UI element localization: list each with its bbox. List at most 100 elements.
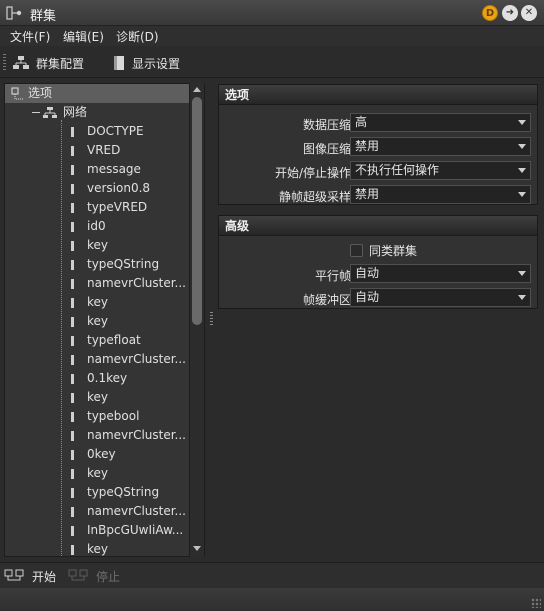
tree-item-label: namevrCluster... (87, 504, 186, 518)
tree-item-label: typeVRED (87, 200, 148, 214)
tree-item[interactable]: 0.1key (71, 369, 127, 388)
d-badge-icon[interactable]: D (482, 5, 498, 21)
tree-item[interactable]: key (71, 236, 108, 255)
start-stop-action-value: 不执行任何操作 (355, 163, 440, 177)
tree-leaf-icon (71, 411, 74, 422)
tree-item[interactable]: key (71, 464, 108, 483)
panel-splitter[interactable] (210, 312, 213, 326)
arrow-right-icon[interactable]: ➜ (502, 5, 518, 21)
resize-grip-icon[interactable] (531, 598, 541, 608)
tree-item[interactable]: message (71, 160, 141, 179)
tree-scrollbar[interactable] (189, 83, 204, 557)
tree-collapse-minus-icon[interactable] (32, 112, 40, 113)
tree-leaf-icon (71, 430, 74, 441)
still-supersampling-row: 静帧超级采样 禁用 (219, 185, 537, 205)
display-settings-button[interactable]: 显示设置 (112, 53, 180, 73)
tree-leaf-icon (71, 240, 74, 251)
homogeneous-cluster-label: 同类群集 (369, 244, 418, 258)
tree-item[interactable]: version0.8 (71, 179, 150, 198)
still-supersampling-label: 静帧超级采样 (278, 190, 351, 204)
status-strip (0, 588, 544, 611)
start-stop-action-select[interactable]: 不执行任何操作 (350, 161, 531, 180)
tree-leaf-icon (71, 278, 74, 289)
tree-item-label: version0.8 (87, 181, 151, 195)
tree-item-label: key (87, 390, 109, 404)
tree-item[interactable]: InBpcGUwIiAw... (71, 521, 183, 540)
tree-leaf-icon (71, 373, 74, 384)
chevron-down-icon (518, 144, 526, 149)
tree-item[interactable]: 0key (71, 445, 116, 464)
scroll-down-icon[interactable] (193, 546, 201, 551)
tree-leaf-icon (71, 544, 74, 555)
framebuffer-row: 帧缓冲区 自动 (219, 288, 537, 308)
cluster-app-icon (6, 6, 22, 20)
image-compression-row: 图像压缩 禁用 (219, 137, 537, 157)
tree-node-network[interactable]: 网络 (32, 103, 87, 122)
homogeneous-cluster-checkbox[interactable]: 同类群集 (350, 242, 417, 259)
toolbar: 群集配置 显示设置 (0, 48, 544, 78)
tree-item-label: id0 (87, 219, 106, 233)
tree-item-label: 0.1key (87, 371, 128, 385)
tree-panel[interactable]: 选项 网络 DOCTYPE VRED message version0.8 typeVR… (4, 83, 205, 557)
tree-item-label: message (87, 162, 141, 176)
menu-diagnostics[interactable]: 诊断(D) (116, 28, 159, 45)
data-compression-select[interactable]: 高 (350, 113, 531, 132)
parallel-frames-select[interactable]: 自动 (350, 264, 531, 283)
tree-item[interactable]: key (71, 540, 108, 556)
tree-item[interactable]: VRED (71, 141, 120, 160)
display-settings-label: 显示设置 (132, 56, 181, 71)
data-compression-row: 数据压缩 高 (219, 113, 537, 133)
tree-guide-line (61, 120, 62, 556)
chevron-down-icon (518, 168, 526, 173)
tree-item[interactable]: namevrCluster... (71, 426, 186, 445)
tree-item-label: key (87, 238, 109, 252)
tree-item-label: VRED (87, 143, 121, 157)
tree-item[interactable]: namevrCluster... (71, 274, 186, 293)
scroll-thumb[interactable] (192, 97, 202, 325)
tree-leaf-icon (71, 221, 74, 232)
tree-item[interactable]: key (71, 388, 108, 407)
tree-item[interactable]: id0 (71, 217, 106, 236)
menu-file[interactable]: 文件(F) (10, 28, 50, 45)
still-supersampling-value: 禁用 (355, 187, 380, 201)
tree-item-label: key (87, 295, 109, 309)
tree-item[interactable]: typeVRED (71, 198, 147, 217)
stop-button[interactable]: 停止 (68, 566, 120, 586)
chevron-down-icon (518, 271, 526, 276)
tree-root-options[interactable]: 选项 (5, 84, 191, 103)
tree-item[interactable]: namevrCluster... (71, 350, 186, 369)
scroll-up-icon[interactable] (193, 87, 201, 92)
menu-edit[interactable]: 编辑(E) (63, 28, 104, 45)
framebuffer-select[interactable]: 自动 (350, 288, 531, 307)
checkbox-box[interactable] (350, 244, 363, 257)
still-supersampling-select[interactable]: 禁用 (350, 185, 531, 204)
tree-node-network-label: 网络 (63, 105, 88, 119)
cluster-config-button[interactable]: 群集配置 (12, 53, 84, 73)
options-group-title: 选项 (219, 85, 537, 105)
parallel-frames-label: 平行帧 (314, 269, 351, 283)
close-icon[interactable]: ✕ (521, 5, 537, 21)
tree-item[interactable]: key (71, 293, 108, 312)
framebuffer-label: 帧缓冲区 (302, 293, 351, 307)
tree-item[interactable]: key (71, 312, 108, 331)
tree-leaf-icon (71, 487, 74, 498)
tree-item[interactable]: typeQString (71, 255, 159, 274)
tree-collapse-icon[interactable] (11, 87, 25, 101)
tree-leaf-icon (71, 259, 74, 270)
tree-leaf-icon (71, 392, 74, 403)
tree-leaf-icon (71, 202, 74, 213)
cluster-config-label: 群集配置 (36, 56, 85, 71)
image-compression-label: 图像压缩 (302, 142, 351, 156)
tree-item-label: namevrCluster... (87, 352, 186, 366)
tree-item[interactable]: DOCTYPE (71, 122, 144, 141)
tree-item[interactable]: typeQString (71, 483, 159, 502)
framebuffer-value: 自动 (355, 290, 380, 304)
tree-leaf-icon (71, 164, 74, 175)
tree-item[interactable]: namevrCluster... (71, 502, 186, 521)
tree-item[interactable]: typefloat (71, 331, 141, 350)
tree-item[interactable]: typebool (71, 407, 139, 426)
start-button[interactable]: 开始 (4, 566, 56, 586)
options-group: 选项 数据压缩 高 图像压缩 禁用 开始/停止操作 不执行任何操作 静帧超级采样… (218, 84, 538, 205)
image-compression-select[interactable]: 禁用 (350, 137, 531, 156)
tree-leaf-icon (71, 183, 74, 194)
